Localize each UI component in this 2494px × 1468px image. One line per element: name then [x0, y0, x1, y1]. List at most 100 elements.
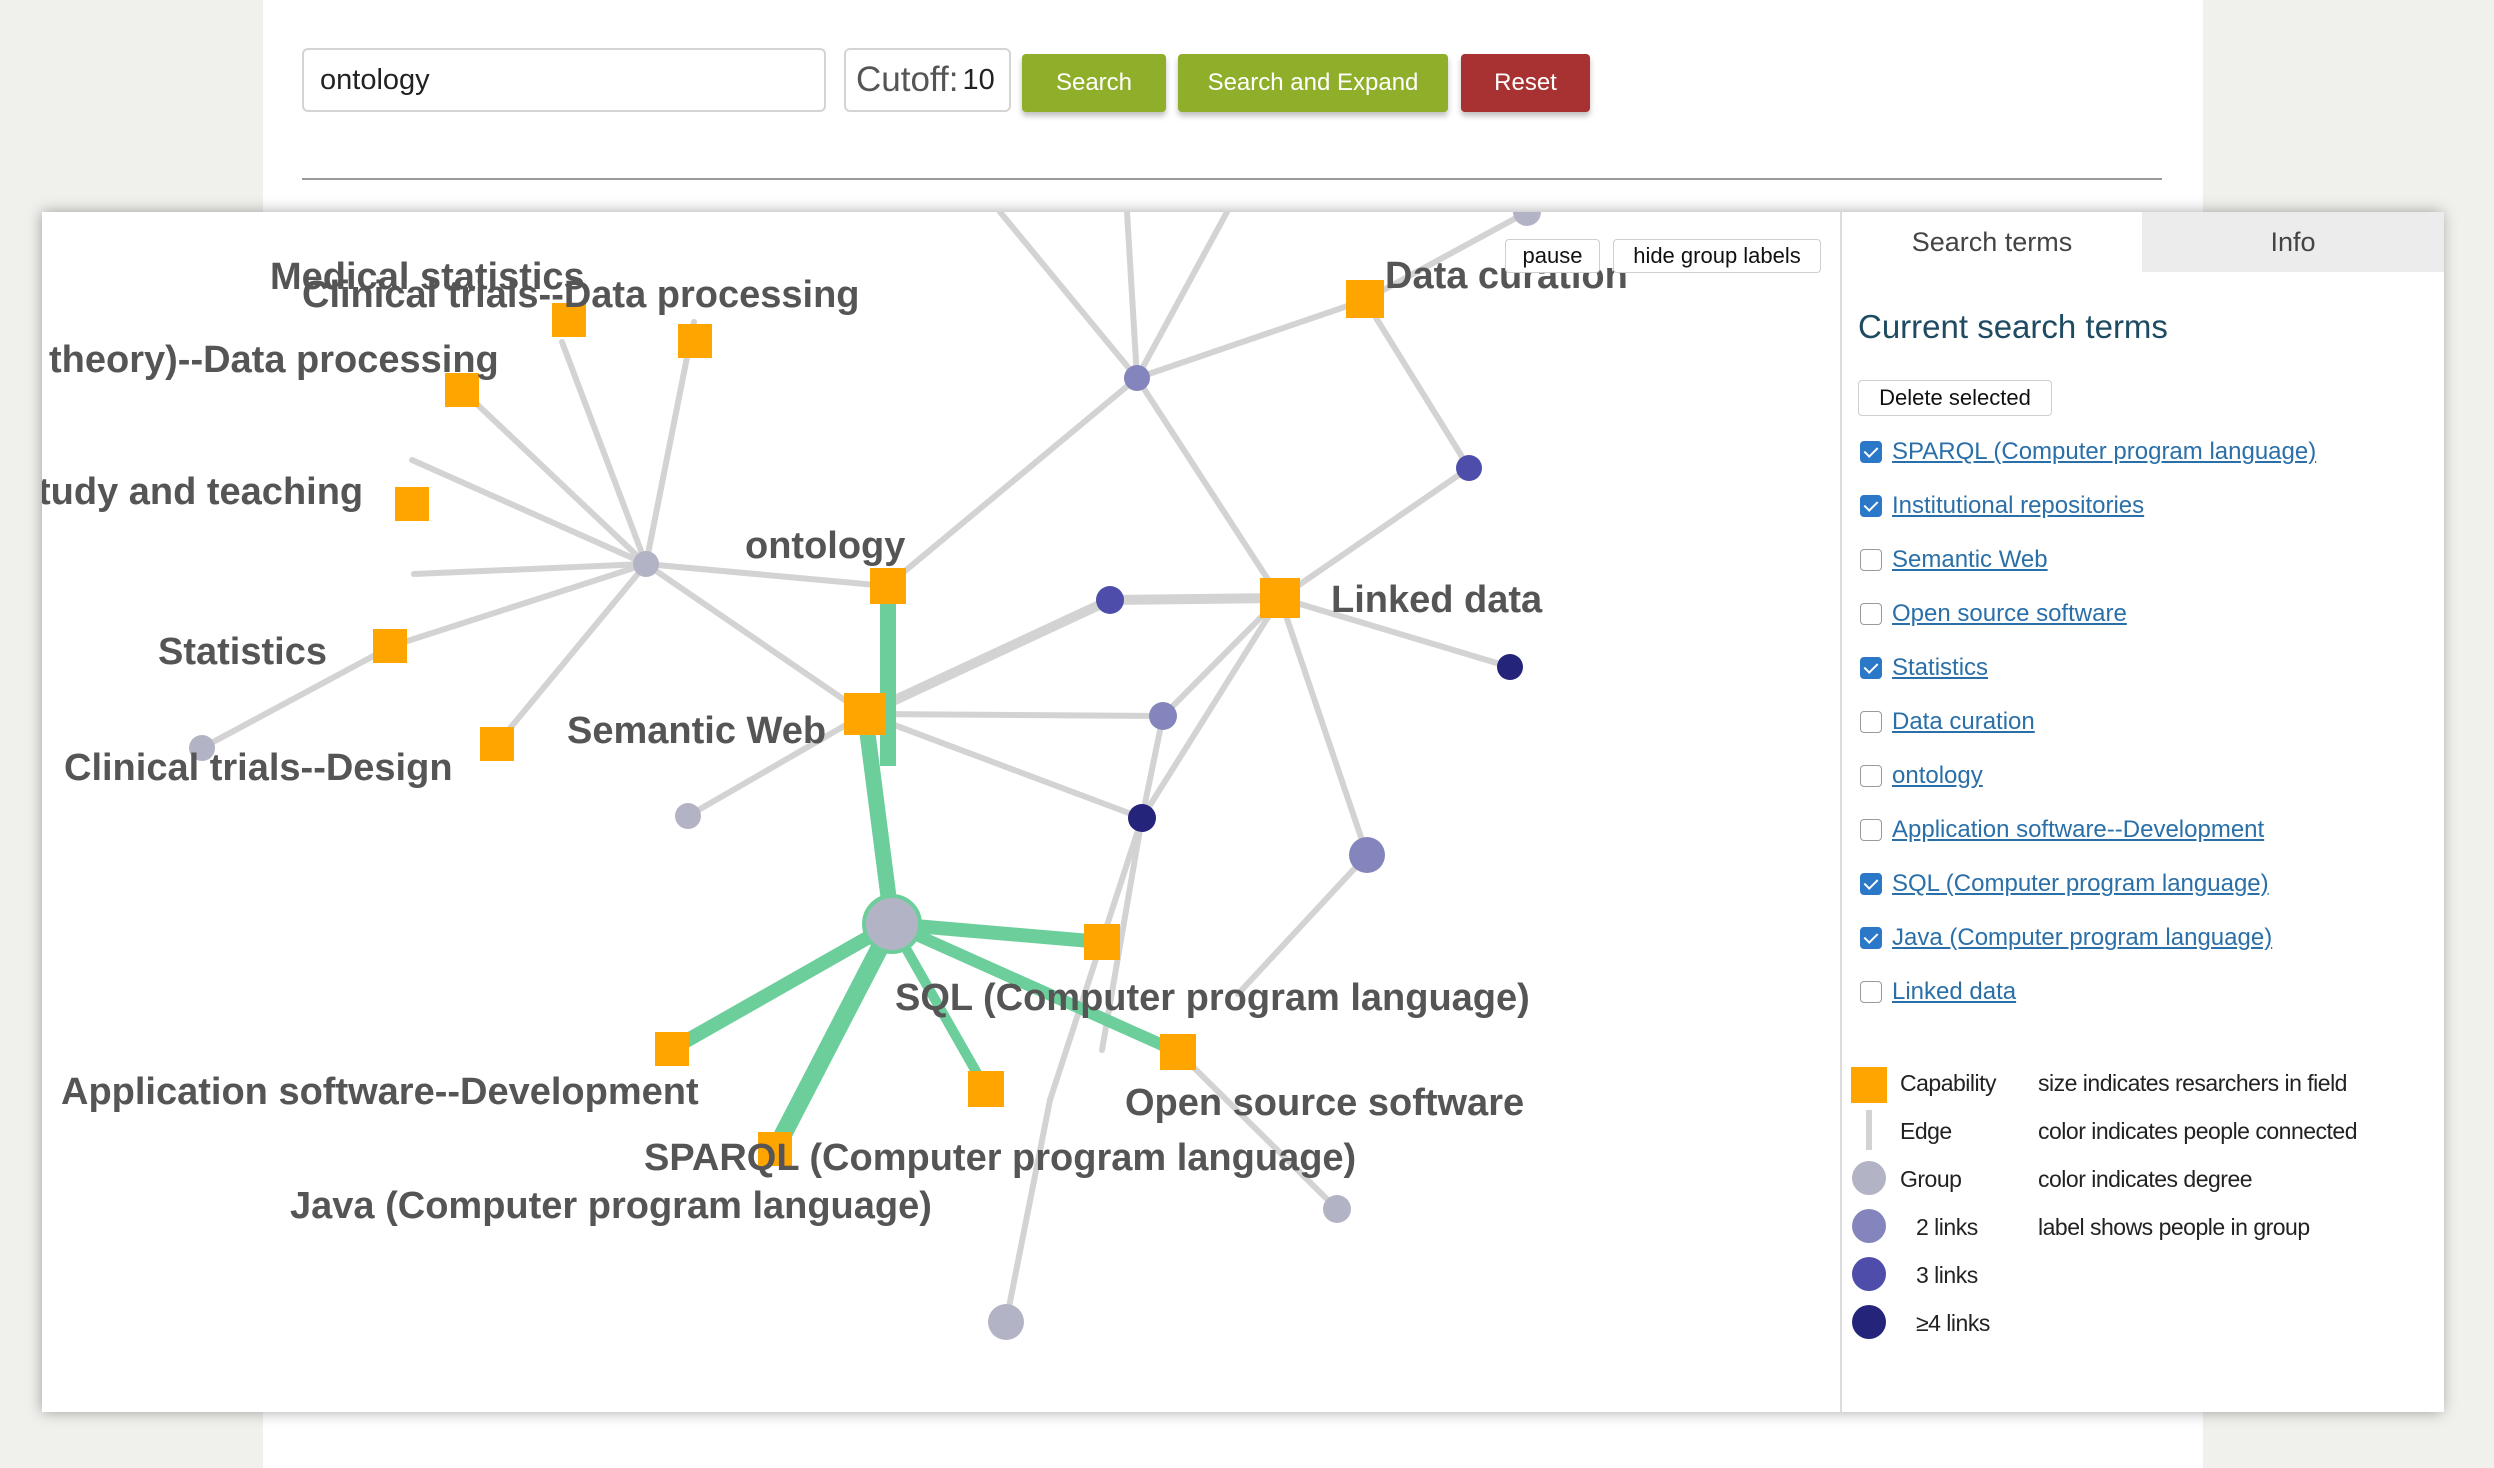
tab-search-terms[interactable]: Search terms [1842, 212, 2142, 272]
edge [1277, 595, 1370, 858]
edge [1105, 593, 1285, 605]
capability-node[interactable] [1346, 280, 1384, 318]
pause-button[interactable]: pause [1505, 239, 1600, 273]
legend-3-links: 3 links [1916, 1262, 1978, 1288]
network-graph[interactable]: Medical statistics Clinical trials--Data… [42, 212, 1839, 1412]
legend-2-links: 2 links [1916, 1214, 1978, 1240]
edge [643, 319, 697, 567]
capability-node[interactable] [1160, 1034, 1196, 1070]
legend-group: Group [1900, 1166, 1962, 1192]
search-term-item[interactable]: Open source software [1860, 597, 2127, 631]
term-link[interactable]: Data curation [1892, 708, 2035, 736]
capability-node[interactable] [480, 727, 514, 761]
search-term-item[interactable]: Java (Computer program language) [1860, 921, 2272, 955]
tab-info[interactable]: Info [2142, 212, 2444, 272]
edge [884, 375, 1140, 589]
sidebar-title: Current search terms [1858, 308, 2168, 345]
label-java: Java (Computer program language) [290, 1185, 932, 1227]
search-term-item[interactable]: Statistics [1860, 651, 1988, 685]
legend-capability-swatch [1851, 1067, 1887, 1103]
term-link[interactable]: Statistics [1892, 654, 1988, 682]
capability-node[interactable] [373, 629, 407, 663]
edge [1134, 375, 1283, 601]
group-node[interactable] [675, 803, 701, 829]
capability-node[interactable] [968, 1071, 1004, 1107]
legend-4links-swatch [1852, 1305, 1886, 1339]
term-link[interactable]: SQL (Computer program language) [1892, 870, 2269, 898]
term-checkbox[interactable] [1860, 819, 1882, 841]
term-checkbox[interactable] [1860, 495, 1882, 517]
term-checkbox[interactable] [1860, 765, 1882, 787]
group-node[interactable] [1096, 586, 1124, 614]
term-checkbox[interactable] [1860, 927, 1882, 949]
visualization-panel: Medical statistics Clinical trials--Data… [42, 212, 2444, 1412]
search-term-item[interactable]: SPARQL (Computer program language) [1860, 435, 2316, 469]
cutoff-input[interactable]: 10 [962, 64, 994, 97]
search-input[interactable]: ontology [302, 48, 826, 112]
search-term-item[interactable]: SQL (Computer program language) [1860, 867, 2269, 901]
term-checkbox[interactable] [1860, 603, 1882, 625]
group-node[interactable] [1149, 702, 1177, 730]
search-term-item[interactable]: Institutional repositories [1860, 489, 2144, 523]
term-checkbox[interactable] [1860, 549, 1882, 571]
legend-edge: Edge [1900, 1118, 1952, 1144]
label-statistics: Statistics [158, 631, 327, 673]
term-link[interactable]: Institutional repositories [1892, 492, 2144, 520]
capability-node[interactable] [844, 693, 886, 735]
legend-edge-desc: color indicates people connected [2038, 1118, 2358, 1144]
graph-canvas[interactable]: Medical statistics Clinical trials--Data… [42, 212, 1839, 1412]
group-node[interactable] [988, 1304, 1024, 1340]
term-link[interactable]: Open source software [1892, 600, 2127, 628]
term-checkbox[interactable] [1860, 441, 1882, 463]
group-node[interactable] [1124, 365, 1150, 391]
term-link[interactable]: Application software--Development [1892, 816, 2264, 844]
search-term-item[interactable]: Application software--Development [1860, 813, 2264, 847]
group-node[interactable] [862, 894, 922, 954]
capability-node[interactable] [395, 487, 429, 521]
highlighted-edges [668, 586, 1181, 1155]
group-node[interactable] [633, 551, 659, 577]
capability-node[interactable] [870, 568, 906, 604]
legend-2links-swatch [1852, 1209, 1886, 1243]
group-node[interactable] [1497, 654, 1523, 680]
reset-button[interactable]: Reset [1461, 54, 1590, 112]
legend-group-desc: color indicates degree [2038, 1166, 2253, 1192]
term-link[interactable]: ontology [1892, 762, 1983, 790]
group-node[interactable] [1349, 837, 1385, 873]
term-link[interactable]: Linked data [1892, 978, 2016, 1006]
search-term-item[interactable]: Linked data [1860, 975, 2016, 1009]
legend-3links-swatch [1852, 1257, 1886, 1291]
term-checkbox[interactable] [1860, 711, 1882, 733]
group-node[interactable] [1456, 455, 1482, 481]
term-checkbox[interactable] [1860, 873, 1882, 895]
label-sparql: SPARQL (Computer program language) [644, 1137, 1356, 1179]
search-term-item[interactable]: Data curation [1860, 705, 2035, 739]
group-node[interactable] [1513, 212, 1541, 226]
term-link[interactable]: Semantic Web [1892, 546, 2048, 574]
group-node[interactable] [1323, 1195, 1351, 1223]
legend-links-desc: label shows people in group [2038, 1214, 2310, 1240]
capability-node[interactable] [1260, 578, 1300, 618]
search-term-item[interactable]: ontology [1860, 759, 1983, 793]
search-button[interactable]: Search [1022, 54, 1166, 112]
capability-node[interactable] [1084, 924, 1120, 960]
legend-group-swatch [1852, 1161, 1886, 1195]
search-term-item[interactable]: Semantic Web [1860, 543, 2048, 577]
capability-node[interactable] [655, 1032, 689, 1066]
legend-capability-desc: size indicates resarchers in field [2038, 1070, 2347, 1096]
legend-4-links: ≥4 links [1916, 1310, 1990, 1336]
term-checkbox[interactable] [1860, 981, 1882, 1003]
group-node[interactable] [1128, 804, 1156, 832]
label-application-software-development: Application software--Development [61, 1071, 699, 1113]
edge [862, 711, 1166, 719]
edge [1124, 212, 1140, 381]
term-link[interactable]: Java (Computer program language) [1892, 924, 2272, 952]
capability-node[interactable] [678, 324, 712, 358]
cutoff-field[interactable]: Cutoff: 10 [844, 48, 1011, 112]
search-and-expand-button[interactable]: Search and Expand [1178, 54, 1448, 112]
hide-group-labels-button[interactable]: hide group labels [1613, 239, 1821, 273]
label-study-and-teaching: tudy and teaching [42, 471, 363, 513]
delete-selected-button[interactable]: Delete selected [1858, 380, 2052, 416]
term-link[interactable]: SPARQL (Computer program language) [1892, 438, 2316, 466]
term-checkbox[interactable] [1860, 657, 1882, 679]
